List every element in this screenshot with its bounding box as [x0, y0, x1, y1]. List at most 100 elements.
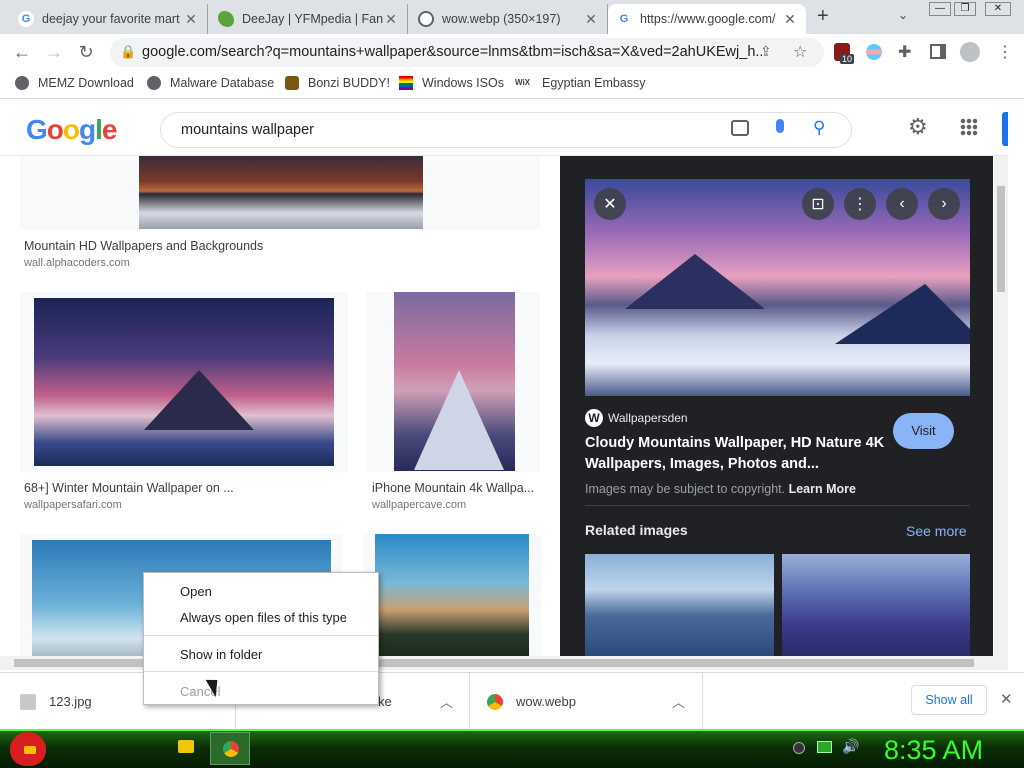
bookmark-label: MEMZ Download: [38, 76, 134, 90]
address-bar[interactable]: 🔒 google.com/search?q=mountains+wallpape…: [110, 38, 824, 67]
globe-icon: [418, 11, 434, 27]
reload-icon[interactable]: ↻: [74, 40, 98, 64]
result-source: wallpapersafari.com: [24, 499, 122, 511]
search-input[interactable]: [181, 120, 701, 140]
show-all-button[interactable]: Show all: [911, 685, 987, 715]
extension-badge: 10: [840, 54, 855, 64]
extension-flag-icon[interactable]: [866, 44, 882, 60]
bookmark-egyptian-embassy[interactable]: WiX Egyptian Embassy: [515, 76, 646, 90]
related-image-2[interactable]: [782, 554, 970, 656]
copyright-notice: Images may be subject to copyright. Lear…: [585, 482, 856, 496]
apps-grid-icon[interactable]: [960, 118, 978, 136]
menu-item-always-open[interactable]: Always open files of this type: [180, 610, 347, 625]
fandom-icon: [218, 11, 234, 27]
google-header: Google ⚲ ⚙: [0, 100, 1008, 156]
tab-search-chevron-icon[interactable]: ⌄: [898, 8, 908, 22]
sign-in-button[interactable]: [1002, 112, 1008, 146]
more-options-icon[interactable]: ⋮: [844, 188, 876, 220]
tab-deejay[interactable]: G deejay your favorite mart ✕: [10, 4, 208, 34]
lock-icon[interactable]: 🔒: [120, 44, 136, 60]
download-filename: 123.jpg: [49, 694, 92, 709]
site-name[interactable]: Wallpapersden: [608, 411, 688, 425]
visit-button[interactable]: Visit: [893, 413, 954, 449]
new-tab-plus-icon[interactable]: +: [817, 5, 829, 28]
tab-wow-webp[interactable]: wow.webp (350×197) ✕: [410, 4, 608, 34]
scrollbar-thumb[interactable]: [997, 186, 1005, 292]
camera-icon[interactable]: [731, 120, 749, 136]
wix-icon: WiX: [515, 78, 531, 87]
angry-bird-start-icon[interactable]: [10, 732, 46, 766]
menu-kebab-icon[interactable]: ⋮: [997, 42, 1013, 62]
bookmark-windows-isos[interactable]: Windows ISOs: [399, 76, 504, 90]
close-shelf-icon[interactable]: ✕: [1000, 690, 1013, 708]
folder-taskbar-icon[interactable]: [178, 740, 194, 753]
bookmark-star-icon[interactable]: ☆: [793, 42, 807, 62]
share-icon[interactable]: ⇪: [760, 43, 772, 60]
side-panel-icon[interactable]: [930, 44, 946, 59]
tab-google-active[interactable]: G https://www.google.com/ ✕: [608, 4, 806, 34]
result-title[interactable]: iPhone Mountain 4k Wallpa...: [372, 481, 538, 495]
result-source: wallpapercave.com: [372, 499, 467, 511]
menu-item-show-in-folder[interactable]: Show in folder: [180, 647, 262, 662]
copyright-text: Images may be subject to copyright.: [585, 482, 786, 496]
see-more-link[interactable]: See more: [906, 523, 967, 539]
lens-search-icon[interactable]: ⊡: [802, 188, 834, 220]
close-icon[interactable]: ✕: [782, 11, 798, 28]
vertical-scrollbar[interactable]: [994, 156, 1008, 656]
bookmark-malware-db[interactable]: Malware Database: [147, 76, 274, 90]
minimize-icon[interactable]: —: [929, 2, 951, 16]
search-icon[interactable]: ⚲: [813, 118, 825, 138]
result-image-iphone-mountain[interactable]: [394, 292, 515, 471]
chrome-taskbar-button[interactable]: [210, 732, 250, 765]
bookmark-bonzi[interactable]: Bonzi BUDDY!: [285, 76, 390, 90]
taskbar-clock[interactable]: 8:35 AM: [884, 735, 983, 766]
bookmark-label: Malware Database: [170, 76, 275, 90]
google-logo[interactable]: Google: [26, 114, 117, 146]
close-icon[interactable]: ✕: [183, 11, 199, 28]
mountain-shape: [414, 370, 504, 470]
browser-toolbar: ← → ↻ 🔒 google.com/search?q=mountains+wa…: [0, 34, 1024, 71]
previous-chevron-icon[interactable]: ‹: [886, 188, 918, 220]
extensions-puzzle-icon[interactable]: ✚: [898, 42, 911, 62]
google-icon: G: [18, 11, 34, 27]
result-image-winter-mountain[interactable]: [34, 298, 334, 466]
site-logo-icon: W: [585, 409, 603, 427]
image-preview-panel: ✕ ⊡ ⋮ ‹ › W Wallpapersden Cloudy Mountai…: [560, 156, 993, 656]
tab-yfmpedia[interactable]: DeeJay | YFMpedia | Fand ✕: [210, 4, 408, 34]
result-title[interactable]: Mountain HD Wallpapers and Backgrounds: [24, 239, 524, 253]
result-title[interactable]: 68+] Winter Mountain Wallpaper on ...: [24, 481, 344, 495]
tray-chevron-icon[interactable]: [793, 742, 805, 754]
taskbar: 🔊 8:35 AM: [0, 729, 1024, 768]
close-icon[interactable]: ✕: [383, 11, 399, 28]
bookmark-memz[interactable]: MEMZ Download: [15, 76, 134, 90]
close-icon[interactable]: ✕: [583, 11, 599, 28]
result-image-mountain-hd[interactable]: [139, 156, 423, 229]
window-close-icon[interactable]: ✕: [985, 2, 1011, 16]
download-context-menu: Open Always open files of this type Show…: [143, 572, 379, 705]
chevron-up-icon[interactable]: ︿: [440, 692, 453, 711]
url-text: google.com/search?q=mountains+wallpaper&…: [142, 44, 762, 60]
restore-icon[interactable]: ❐: [954, 2, 976, 16]
volume-icon[interactable]: 🔊: [842, 738, 859, 755]
microphone-icon[interactable]: [776, 119, 784, 133]
globe-icon: [15, 76, 29, 90]
profile-avatar-icon[interactable]: [960, 42, 980, 62]
forward-arrow-icon[interactable]: →: [42, 40, 66, 64]
result-source: wall.alphacoders.com: [24, 257, 130, 269]
result-image-matterhorn[interactable]: [375, 534, 529, 656]
chrome-icon: [487, 693, 503, 710]
related-image-1[interactable]: [585, 554, 774, 656]
learn-more-link[interactable]: Learn More: [789, 482, 856, 496]
next-chevron-icon[interactable]: ›: [928, 188, 960, 220]
download-item-wowwebp[interactable]: wow.webp ︿: [470, 673, 703, 730]
chevron-up-icon[interactable]: ︿: [672, 692, 685, 711]
menu-item-open[interactable]: Open: [180, 584, 212, 599]
settings-gear-icon[interactable]: ⚙: [908, 114, 928, 140]
menu-divider: [144, 671, 378, 672]
close-icon[interactable]: ✕: [594, 188, 626, 220]
network-icon[interactable]: [817, 741, 832, 753]
bonzi-icon: [285, 76, 299, 90]
tab-title: https://www.google.com/: [640, 12, 776, 26]
back-arrow-icon[interactable]: ←: [10, 40, 34, 64]
preview-title[interactable]: Cloudy Mountains Wallpaper, HD Nature 4K…: [585, 433, 885, 475]
